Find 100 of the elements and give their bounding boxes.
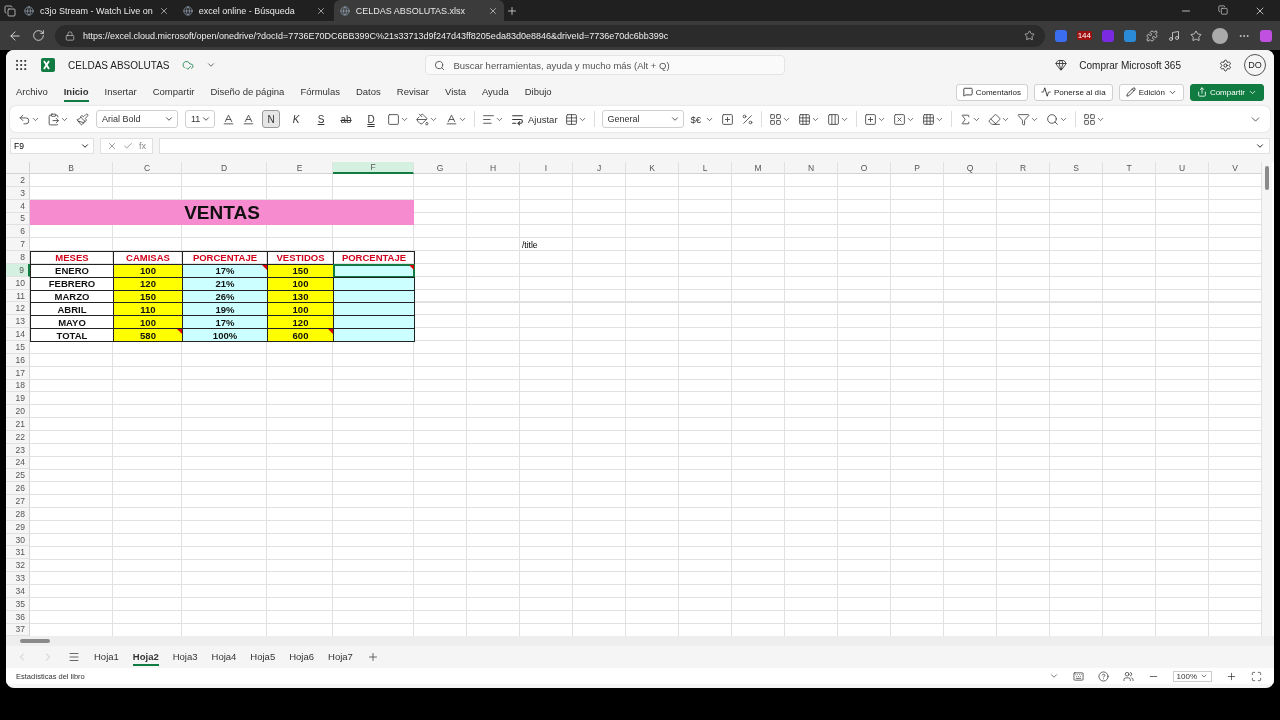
- ribbon-tab[interactable]: Fórmulas: [300, 82, 340, 102]
- column-header[interactable]: H: [467, 162, 520, 174]
- sum-button[interactable]: [959, 112, 982, 126]
- table-cell[interactable]: [333, 328, 415, 342]
- table-cell[interactable]: 110: [113, 302, 183, 317]
- row-header[interactable]: 26: [6, 482, 30, 496]
- column-header[interactable]: Q: [944, 162, 997, 174]
- sheet-tab[interactable]: Hoja5: [250, 648, 276, 667]
- table-cell[interactable]: 100%: [182, 328, 268, 342]
- find-button[interactable]: [1046, 112, 1069, 126]
- browser-tab[interactable]: excel online - Búsqueda: [176, 0, 332, 21]
- grow-font-button[interactable]: [222, 112, 235, 126]
- action-button[interactable]: Comentarios: [955, 83, 1029, 101]
- column-header[interactable]: L: [679, 162, 732, 174]
- name-box[interactable]: F9: [10, 138, 94, 154]
- format-button[interactable]: D: [362, 110, 380, 128]
- zoom-dropdown[interactable]: 100%: [1172, 670, 1212, 682]
- font-dropdown[interactable]: Arial Bold: [96, 110, 178, 128]
- currency-button[interactable]: $€: [690, 113, 715, 125]
- format-button[interactable]: N: [262, 110, 280, 128]
- document-title[interactable]: CELDAS ABSOLUTAS: [68, 59, 170, 71]
- row-header[interactable]: 2: [6, 174, 30, 187]
- search-field[interactable]: Buscar herramientas, ayuda y mucho más (Alt + Q): [425, 55, 786, 75]
- scroll-thumb[interactable]: [20, 639, 50, 644]
- font-size-dropdown[interactable]: 11: [185, 110, 215, 128]
- action-button[interactable]: Ponerse al día: [1034, 83, 1113, 101]
- ribbon-tab[interactable]: Diseño de página: [210, 82, 285, 102]
- browser-tab[interactable]: c3jo Stream - Watch Live on: [18, 0, 175, 21]
- clear-button[interactable]: [988, 112, 1011, 126]
- sort-filter-button[interactable]: [1017, 112, 1040, 126]
- row-header[interactable]: 6: [6, 225, 30, 239]
- sheet-tab[interactable]: Hoja3: [172, 648, 198, 667]
- row-header[interactable]: 20: [6, 405, 30, 419]
- formula-field[interactable]: [159, 138, 1270, 154]
- extension-icon[interactable]: [1054, 29, 1067, 42]
- table-cell[interactable]: 600: [267, 328, 334, 342]
- table-cell[interactable]: 17%: [182, 263, 268, 278]
- sheet-tab[interactable]: Hoja2: [132, 648, 159, 667]
- ribbon-tab[interactable]: Archivo: [16, 82, 48, 102]
- table-cell[interactable]: [333, 302, 415, 317]
- table-cell[interactable]: 19%: [182, 302, 268, 317]
- wrap-text-button[interactable]: Ajustar: [511, 112, 558, 126]
- column-header[interactable]: P: [891, 162, 944, 174]
- paste-button[interactable]: [47, 112, 69, 126]
- format-button[interactable]: [922, 112, 945, 126]
- format-painter-button[interactable]: [76, 112, 89, 126]
- table-cell[interactable]: 100: [113, 263, 183, 278]
- row-header[interactable]: 25: [6, 469, 30, 483]
- insert-function-button[interactable]: fx: [139, 141, 146, 151]
- column-header[interactable]: C: [113, 162, 182, 174]
- table-cell[interactable]: 17%: [182, 315, 268, 330]
- row-header[interactable]: 13: [6, 315, 30, 329]
- delete-button[interactable]: [893, 112, 916, 126]
- column-header[interactable]: V: [1209, 162, 1262, 174]
- column-header[interactable]: K: [626, 162, 679, 174]
- sheet-tab[interactable]: Hoja1: [94, 648, 119, 667]
- extension-icon[interactable]: [1124, 29, 1136, 42]
- shrink-font-button[interactable]: [242, 112, 255, 126]
- column-header[interactable]: T: [1103, 162, 1156, 174]
- table-cell[interactable]: [333, 263, 415, 278]
- column-header[interactable]: E: [267, 162, 333, 174]
- row-header[interactable]: 7: [6, 238, 30, 252]
- table-cell[interactable]: 120: [267, 315, 334, 330]
- row-header[interactable]: 14: [6, 328, 30, 341]
- column-header[interactable]: J: [573, 162, 626, 174]
- check-icon[interactable]: [123, 141, 133, 151]
- horizontal-scrollbar[interactable]: [6, 636, 1274, 647]
- column-header[interactable]: O: [838, 162, 891, 174]
- row-header[interactable]: 31: [6, 546, 30, 560]
- font-color-button[interactable]: [445, 112, 467, 126]
- column-header[interactable]: M: [732, 162, 785, 174]
- cancel-icon[interactable]: [107, 141, 117, 151]
- table-cell[interactable]: 580: [113, 328, 183, 342]
- ribbon-tab[interactable]: Inicio: [63, 82, 89, 102]
- add-ins-button[interactable]: [1083, 112, 1106, 126]
- borders-button[interactable]: [387, 112, 409, 126]
- format-button[interactable]: K: [287, 110, 305, 128]
- merge-button[interactable]: [564, 112, 587, 126]
- conditional-format-button[interactable]: [769, 112, 792, 126]
- column-header[interactable]: I: [520, 162, 573, 174]
- vertical-scrollbar[interactable]: [1262, 162, 1272, 637]
- scroll-thumb[interactable]: [1265, 166, 1269, 190]
- align-button[interactable]: [482, 112, 504, 126]
- sheet-tab[interactable]: Hoja6: [289, 648, 314, 667]
- profile-avatar[interactable]: [1212, 27, 1228, 44]
- column-header[interactable]: U: [1156, 162, 1209, 174]
- table-cell[interactable]: [333, 315, 415, 330]
- action-button[interactable]: Compartir: [1189, 83, 1264, 101]
- column-header[interactable]: D: [182, 162, 267, 174]
- sheet-tab[interactable]: Hoja7: [328, 648, 353, 667]
- row-header[interactable]: 27: [6, 495, 30, 508]
- address-field[interactable]: https://excel.cloud.microsoft/open/onedrive/?docId=7736E70DC6BB399C%21s33713d9f247d43ff8205eda83d0e8846&driveId=7736e70dc6bb399c: [55, 24, 1045, 47]
- row-header[interactable]: 12: [6, 302, 30, 316]
- table-cell[interactable]: TOTAL: [30, 328, 114, 342]
- ribbon-tab[interactable]: Insertar: [104, 82, 137, 102]
- ribbon-tab[interactable]: Compartir: [152, 82, 195, 102]
- extension-badge[interactable]: 144: [1076, 31, 1092, 40]
- ribbon-tab[interactable]: Revisar: [396, 82, 429, 102]
- action-button[interactable]: Edición: [1118, 83, 1184, 101]
- column-header[interactable]: S: [1050, 162, 1103, 174]
